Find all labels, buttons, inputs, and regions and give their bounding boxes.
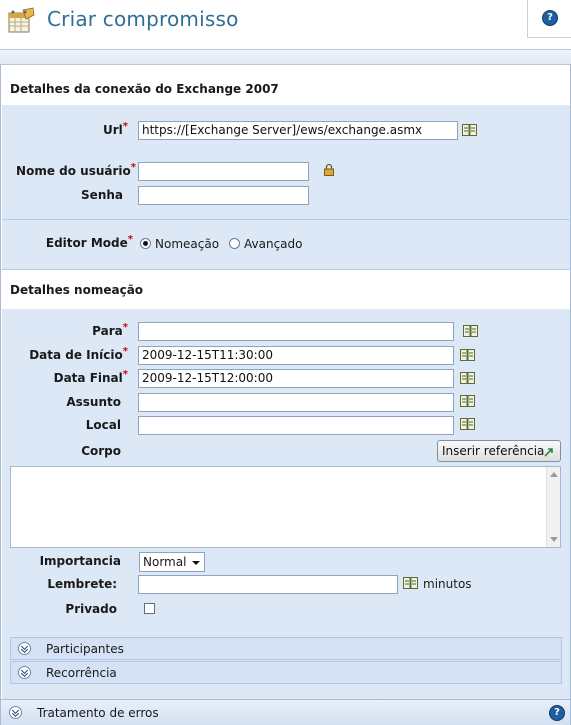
participants-label: Participantes bbox=[46, 642, 124, 656]
reminder-unit: minutos bbox=[423, 577, 472, 591]
username-input[interactable] bbox=[138, 162, 309, 181]
subject-input[interactable] bbox=[138, 393, 454, 412]
address-book-icon[interactable] bbox=[460, 418, 475, 430]
chevron-down-icon bbox=[192, 561, 200, 565]
participants-section-toggle[interactable]: Participantes bbox=[10, 637, 562, 660]
subject-label: Assunto bbox=[66, 395, 121, 409]
importance-select[interactable]: Normal bbox=[139, 552, 205, 572]
scroll-down-icon[interactable] bbox=[550, 537, 558, 542]
start-date-input[interactable]: 2009-12-15T11:30:00 bbox=[138, 346, 454, 365]
username-label: Nome do usuário* bbox=[16, 162, 136, 179]
body-text bbox=[11, 467, 560, 473]
location-input[interactable] bbox=[138, 416, 454, 435]
end-date-input[interactable]: 2009-12-15T12:00:00 bbox=[138, 369, 454, 388]
recurrence-label: Recorrência bbox=[46, 666, 117, 680]
start-date-label: Data de Início* bbox=[29, 346, 128, 363]
body-textarea[interactable] bbox=[10, 466, 561, 548]
address-book-icon[interactable] bbox=[460, 372, 475, 384]
toolbar-strip bbox=[0, 49, 571, 65]
double-chevron-down-icon[interactable] bbox=[18, 666, 31, 679]
address-book-icon[interactable] bbox=[462, 124, 477, 136]
exchange-section-title: Detalhes da conexão do Exchange 2007 bbox=[2, 65, 570, 104]
insert-reference-label: Inserir referência bbox=[442, 444, 545, 458]
section-divider bbox=[2, 219, 570, 220]
page-header: Criar compromisso ? bbox=[0, 0, 571, 48]
address-book-icon[interactable] bbox=[403, 577, 418, 589]
body-scrollbar[interactable] bbox=[546, 467, 560, 547]
url-input[interactable]: https://[Exchange Server]/ews/exchange.a… bbox=[138, 121, 458, 140]
importance-label: Importancia bbox=[39, 554, 121, 568]
arrow-up-right-icon bbox=[544, 448, 553, 457]
private-checkbox[interactable] bbox=[144, 603, 155, 614]
double-chevron-down-icon[interactable] bbox=[9, 706, 22, 719]
double-chevron-down-icon[interactable] bbox=[18, 642, 31, 655]
reminder-input[interactable] bbox=[138, 575, 398, 594]
password-label: Senha bbox=[81, 188, 123, 202]
radio-avancado[interactable] bbox=[229, 238, 240, 249]
reminder-label: Lembrete: bbox=[47, 577, 117, 591]
radio-nomeacao[interactable] bbox=[140, 238, 151, 249]
help-icon[interactable]: ? bbox=[542, 10, 558, 26]
private-label: Privado bbox=[65, 602, 117, 616]
form-panel: Detalhes da conexão do Exchange 2007 Url… bbox=[0, 65, 571, 725]
insert-reference-button[interactable]: Inserir referência bbox=[437, 440, 561, 462]
password-input[interactable] bbox=[138, 186, 309, 205]
to-input[interactable] bbox=[138, 322, 454, 341]
scroll-up-icon[interactable] bbox=[550, 472, 558, 477]
recurrence-section-toggle[interactable]: Recorrência bbox=[10, 661, 562, 684]
page-title: Criar compromisso bbox=[47, 7, 239, 31]
location-label: Local bbox=[85, 418, 121, 432]
address-book-icon[interactable] bbox=[460, 395, 475, 407]
error-handling-toggle[interactable]: Tratamento de erros ? bbox=[1, 699, 570, 725]
url-label: Url* bbox=[102, 121, 128, 138]
help-icon[interactable]: ? bbox=[549, 705, 565, 721]
lock-icon bbox=[324, 163, 334, 176]
error-handling-label: Tratamento de erros bbox=[37, 706, 159, 720]
radio-nomeacao-label: Nomeação bbox=[155, 237, 220, 251]
radio-avancado-label: Avançado bbox=[244, 237, 303, 251]
body-label: Corpo bbox=[81, 444, 121, 458]
header-help-area: ? bbox=[527, 0, 571, 38]
end-date-label: Data Final* bbox=[53, 369, 128, 386]
editor-mode-label: Editor Mode* bbox=[45, 234, 133, 251]
address-book-icon[interactable] bbox=[463, 325, 478, 337]
address-book-icon[interactable] bbox=[460, 349, 475, 361]
calendar-icon bbox=[8, 7, 35, 33]
importance-selected-value: Normal bbox=[143, 555, 187, 569]
appointment-section-title: Detalhes nomeação bbox=[2, 269, 570, 309]
to-label: Para* bbox=[92, 322, 128, 339]
